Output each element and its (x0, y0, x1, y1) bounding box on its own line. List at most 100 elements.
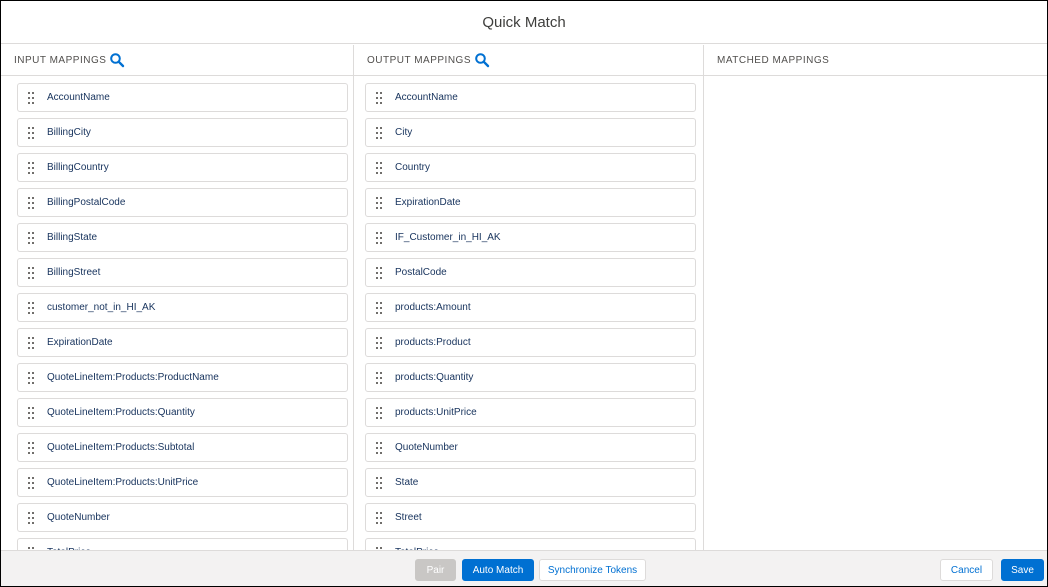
drag-handle-icon[interactable] (375, 441, 383, 455)
mapping-item-label: customer_not_in_HI_AK (47, 302, 156, 313)
matched-mappings-column: MATCHED MAPPINGS (704, 45, 1047, 550)
mapping-item[interactable]: State (365, 468, 696, 497)
mapping-item[interactable]: QuoteLineItem:Products:ProductName (17, 363, 348, 392)
mapping-item[interactable]: TotalPrice (365, 538, 696, 550)
mapping-item-label: AccountName (395, 92, 458, 103)
drag-handle-icon[interactable] (27, 511, 35, 525)
drag-handle-icon[interactable] (27, 231, 35, 245)
mapping-item[interactable]: TotalPrice (17, 538, 348, 550)
drag-handle-icon[interactable] (27, 301, 35, 315)
search-icon[interactable] (109, 52, 125, 68)
drag-handle-icon[interactable] (375, 301, 383, 315)
mapping-item-label: Country (395, 162, 431, 173)
mapping-item[interactable]: QuoteLineItem:Products:UnitPrice (17, 468, 348, 497)
modal-title: Quick Match (482, 13, 566, 31)
drag-handle-icon[interactable] (375, 336, 383, 350)
mapping-item-label: QuoteNumber (395, 442, 458, 453)
drag-handle-icon[interactable] (375, 371, 383, 385)
mapping-item-label: State (395, 477, 419, 488)
mapping-item[interactable]: products:UnitPrice (365, 398, 696, 427)
drag-handle-icon[interactable] (27, 266, 35, 280)
drag-handle-icon[interactable] (27, 476, 35, 490)
mapping-item-label: products:Quantity (395, 372, 474, 383)
mapping-item[interactable]: ExpirationDate (17, 328, 348, 357)
input-mappings-title: INPUT MAPPINGS (14, 54, 107, 66)
mapping-item[interactable]: City (365, 118, 696, 147)
mapping-item-label: PostalCode (395, 267, 447, 278)
mapping-item-label: City (395, 127, 413, 138)
output-mappings-header: OUTPUT MAPPINGS (354, 45, 703, 76)
mapping-item[interactable]: BillingStreet (17, 258, 348, 287)
drag-handle-icon[interactable] (27, 161, 35, 175)
mapping-item[interactable]: PostalCode (365, 258, 696, 287)
mapping-item-label: ExpirationDate (395, 197, 461, 208)
search-icon[interactable] (474, 52, 490, 68)
mapping-columns: INPUT MAPPINGS AccountName BillingCity Bil… (1, 45, 1047, 550)
mapping-item[interactable]: Street (365, 503, 696, 532)
cancel-button[interactable]: Cancel (940, 559, 993, 581)
mapping-item-label: QuoteLineItem:Products:Quantity (47, 407, 195, 418)
drag-handle-icon[interactable] (375, 91, 383, 105)
drag-handle-icon[interactable] (27, 91, 35, 105)
drag-handle-icon[interactable] (375, 476, 383, 490)
mapping-item[interactable]: AccountName (17, 83, 348, 112)
mapping-item-label: QuoteLineItem:Products:UnitPrice (47, 477, 199, 488)
modal-footer: Pair Auto Match Synchronize Tokens Cance… (1, 550, 1047, 586)
mapping-item-label: products:Amount (395, 302, 471, 313)
mapping-item[interactable]: products:Quantity (365, 363, 696, 392)
mapping-item-label: QuoteLineItem:Products:Subtotal (47, 442, 195, 453)
mapping-item[interactable]: IF_Customer_in_HI_AK (365, 223, 696, 252)
drag-handle-icon[interactable] (375, 196, 383, 210)
mapping-item[interactable]: QuoteLineItem:Products:Subtotal (17, 433, 348, 462)
pair-button[interactable]: Pair (415, 559, 456, 581)
output-mappings-list: AccountName City Country ExpirationDate IF_C… (354, 77, 703, 550)
mapping-item-label: products:UnitPrice (395, 407, 477, 418)
auto-match-button[interactable]: Auto Match (462, 559, 534, 581)
mapping-item[interactable]: Country (365, 153, 696, 182)
drag-handle-icon[interactable] (375, 231, 383, 245)
mapping-item-label: BillingCity (47, 127, 91, 138)
mapping-item[interactable]: AccountName (365, 83, 696, 112)
mapping-item-label: BillingStreet (47, 267, 101, 278)
matched-mappings-title: MATCHED MAPPINGS (717, 54, 830, 66)
mapping-item[interactable]: BillingCity (17, 118, 348, 147)
mapping-item[interactable]: customer_not_in_HI_AK (17, 293, 348, 322)
output-mappings-title: OUTPUT MAPPINGS (367, 54, 471, 66)
drag-handle-icon[interactable] (27, 371, 35, 385)
drag-handle-icon[interactable] (27, 441, 35, 455)
output-mappings-column: OUTPUT MAPPINGS AccountName City Country Ex… (354, 45, 704, 550)
mapping-item[interactable]: products:Amount (365, 293, 696, 322)
drag-handle-icon[interactable] (27, 196, 35, 210)
mapping-item-label: BillingPostalCode (47, 197, 126, 208)
mapping-item-label: ExpirationDate (47, 337, 113, 348)
mapping-item-label: products:Product (395, 337, 471, 348)
mapping-item-label: BillingState (47, 232, 98, 243)
drag-handle-icon[interactable] (375, 511, 383, 525)
input-mappings-column: INPUT MAPPINGS AccountName BillingCity Bil… (1, 45, 354, 550)
mapping-item-label: Street (395, 512, 422, 523)
mapping-item[interactable]: ExpirationDate (365, 188, 696, 217)
mapping-item-label: IF_Customer_in_HI_AK (395, 232, 501, 243)
mapping-item[interactable]: QuoteNumber (365, 433, 696, 462)
matched-mappings-header: MATCHED MAPPINGS (704, 45, 1047, 76)
mapping-item-label: QuoteLineItem:Products:ProductName (47, 372, 219, 383)
synchronize-tokens-button[interactable]: Synchronize Tokens (539, 559, 646, 581)
drag-handle-icon[interactable] (27, 126, 35, 140)
mapping-item-label: QuoteNumber (47, 512, 110, 523)
mapping-item[interactable]: QuoteLineItem:Products:Quantity (17, 398, 348, 427)
mapping-item[interactable]: BillingPostalCode (17, 188, 348, 217)
drag-handle-icon[interactable] (375, 406, 383, 420)
drag-handle-icon[interactable] (27, 336, 35, 350)
save-button[interactable]: Save (1001, 559, 1044, 581)
drag-handle-icon[interactable] (375, 266, 383, 280)
mapping-item-label: AccountName (47, 92, 110, 103)
mapping-item[interactable]: QuoteNumber (17, 503, 348, 532)
mapping-item[interactable]: BillingState (17, 223, 348, 252)
drag-handle-icon[interactable] (375, 126, 383, 140)
mapping-item[interactable]: products:Product (365, 328, 696, 357)
drag-handle-icon[interactable] (27, 406, 35, 420)
mapping-item-label: BillingCountry (47, 162, 109, 173)
mapping-item[interactable]: BillingCountry (17, 153, 348, 182)
quick-match-modal: Quick Match INPUT MAPPINGS AccountName Bi… (0, 0, 1048, 587)
drag-handle-icon[interactable] (375, 161, 383, 175)
